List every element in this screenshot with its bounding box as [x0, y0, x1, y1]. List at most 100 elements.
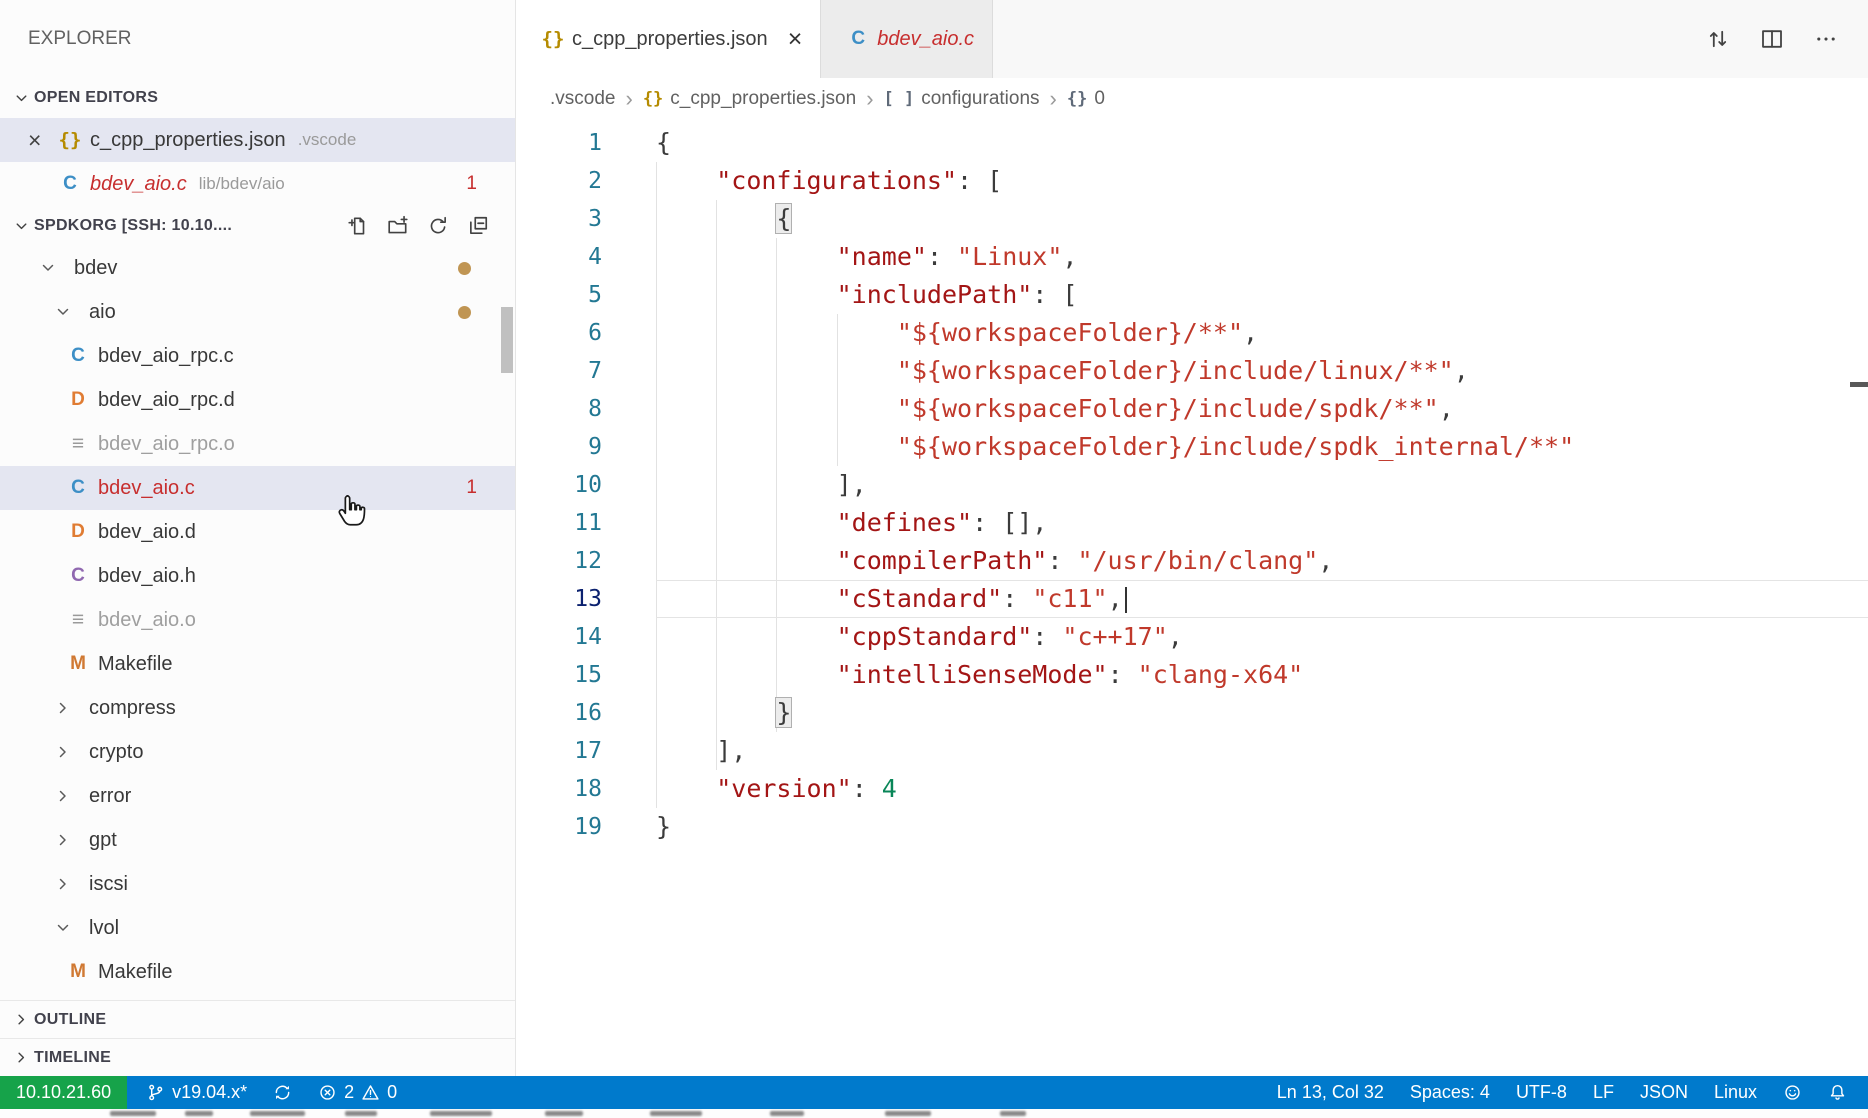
code-token: "cStandard" [836, 584, 1003, 613]
workspace-label: SPDKORG [SSH: 10.10.... [34, 217, 233, 234]
tree-item-lvol[interactable]: lvol [0, 906, 515, 950]
code-token: "name" [836, 242, 927, 271]
code-line-17[interactable]: 17 ], [516, 732, 1868, 770]
code-line-7[interactable]: 7 "${workspaceFolder}/include/linux/**", [516, 352, 1868, 390]
tree-item-bdev-aio-rpc-c[interactable]: Cbdev_aio_rpc.c [0, 334, 515, 378]
open-editor-bdev-aio-c[interactable]: Cbdev_aio.c lib/bdev/aio 1 [0, 162, 515, 206]
code-line-1[interactable]: 1{ [516, 124, 1868, 162]
status-remote-os[interactable]: Linux [1701, 1076, 1770, 1109]
close-editor-icon[interactable]: × [28, 127, 56, 154]
code-token: "includePath" [836, 280, 1033, 309]
code-line-11[interactable]: 11 "defines": [], [516, 504, 1868, 542]
status-notifications[interactable] [1815, 1076, 1860, 1109]
tree-item-bdev-aio-d[interactable]: Dbdev_aio.d [0, 510, 515, 554]
more-actions-icon[interactable] [1814, 27, 1838, 51]
tree-item-bdev-aio-rpc-o[interactable]: ≡ bdev_aio_rpc.o [0, 422, 515, 466]
code-line-16[interactable]: 16 } [516, 694, 1868, 732]
breadcrumb-vscode[interactable]: .vscode [550, 88, 615, 110]
tree-item-label: bdev [74, 256, 118, 279]
json-file-icon: {} [58, 129, 82, 151]
line-content: { [656, 200, 1868, 238]
tree-item-label: Makefile [98, 652, 173, 675]
breadcrumb-c-cpp-properties-json[interactable]: {} c_cpp_properties.json [643, 88, 856, 110]
tree-item-aio[interactable]: aio [0, 290, 515, 334]
code-token: : [1032, 622, 1063, 651]
code-line-9[interactable]: 9 "${workspaceFolder}/include/spdk_inter… [516, 428, 1868, 466]
breadcrumb-label: configurations [921, 88, 1040, 109]
code-token: "intelliSenseMode" [836, 660, 1108, 689]
split-editor-icon[interactable] [1760, 27, 1784, 51]
tree-item-iscsi[interactable]: iscsi [0, 862, 515, 906]
editor-area: {} c_cpp_properties.json × Cbdev_aio.c .vsc… [516, 0, 1868, 1076]
status-encoding[interactable]: UTF-8 [1503, 1076, 1580, 1109]
status-git-branch[interactable]: v19.04.x* [133, 1076, 260, 1109]
tab-bdev-aio-c[interactable]: Cbdev_aio.c [821, 0, 994, 78]
tree-item-error[interactable]: error [0, 774, 515, 818]
outline-header[interactable]: OUTLINE [0, 1000, 515, 1038]
code-line-13[interactable]: 13 "cStandard": "c11", [516, 580, 1868, 618]
tree-item-bdev-aio-c[interactable]: Cbdev_aio.c 1 [0, 466, 515, 510]
tab-c-cpp-properties-json[interactable]: {} c_cpp_properties.json × [516, 0, 822, 78]
code-token: : [926, 242, 958, 271]
code-line-8[interactable]: 8 "${workspaceFolder}/include/spdk/**", [516, 390, 1868, 428]
mouse-cursor [330, 488, 372, 534]
code-token: : [851, 774, 882, 803]
status-language-mode[interactable]: JSON [1627, 1076, 1701, 1109]
tree-item-crypto[interactable]: crypto [0, 730, 515, 774]
new-file-icon[interactable] [347, 215, 369, 237]
line-content: "${workspaceFolder}/include/linux/**", [656, 352, 1868, 390]
open-editors-header[interactable]: OPEN EDITORS [0, 78, 515, 118]
line-content: "compilerPath": "/usr/bin/clang", [656, 542, 1868, 580]
code-line-19[interactable]: 19} [516, 808, 1868, 846]
status-feedback[interactable] [1770, 1076, 1815, 1109]
tree-item-compress[interactable]: compress [0, 686, 515, 730]
breadcrumb-configurations[interactable]: [ ] configurations [884, 88, 1040, 110]
background-text-fragment [545, 1111, 583, 1116]
code-line-3[interactable]: 3 { [516, 200, 1868, 238]
tree-item-bdev[interactable]: bdev [0, 246, 515, 290]
new-folder-icon[interactable] [387, 215, 409, 237]
code-line-12[interactable]: 12 "compilerPath": "/usr/bin/clang", [516, 542, 1868, 580]
collapse-all-icon[interactable] [467, 215, 489, 237]
timeline-header[interactable]: TIMELINE [0, 1038, 515, 1076]
file-tree: bdev aio Cbdev_aio_rpc.c Dbdev_aio_rpc.d ≡ bd… [0, 246, 515, 1000]
code-line-10[interactable]: 10 ], [516, 466, 1868, 504]
problems-badge: 1 [466, 477, 477, 498]
status-indentation[interactable]: Spaces: 4 [1397, 1076, 1503, 1109]
tree-item-gpt[interactable]: gpt [0, 818, 515, 862]
tree-item-makefile[interactable]: M Makefile [0, 642, 515, 686]
code-line-6[interactable]: 6 "${workspaceFolder}/**", [516, 314, 1868, 352]
code-line-14[interactable]: 14 "cppStandard": "c++17", [516, 618, 1868, 656]
explorer-title: EXPLORER [28, 28, 132, 49]
close-icon[interactable]: × [788, 25, 803, 54]
code-line-5[interactable]: 5 "includePath": [ [516, 276, 1868, 314]
refresh-icon[interactable] [427, 215, 449, 237]
status-cursor-position[interactable]: Ln 13, Col 32 [1264, 1076, 1397, 1109]
line-content: "${workspaceFolder}/include/spdk/**", [656, 390, 1868, 428]
line-content: ], [656, 466, 1868, 504]
code-line-15[interactable]: 15 "intelliSenseMode": "clang-x64" [516, 656, 1868, 694]
status-problems[interactable]: 20 [305, 1076, 410, 1109]
tree-item-label: Makefile [98, 960, 173, 983]
problems-badge: 1 [466, 173, 477, 194]
workspace-header[interactable]: SPDKORG [SSH: 10.10.... [0, 206, 515, 246]
code-token: "cppStandard" [836, 622, 1033, 651]
status-eol[interactable]: LF [1580, 1076, 1627, 1109]
code-line-4[interactable]: 4 "name": "Linux", [516, 238, 1868, 276]
status-sync[interactable] [260, 1076, 305, 1109]
status-remote-host[interactable]: 10.10.21.60 [0, 1076, 128, 1109]
code-editor[interactable]: 1{2 "configurations": [3 {4 "name": "Lin… [516, 120, 1868, 1076]
tree-item-bdev-aio-o[interactable]: ≡ bdev_aio.o [0, 598, 515, 642]
code-line-18[interactable]: 18 "version": 4 [516, 770, 1868, 808]
tree-item-bdev-aio-h[interactable]: Cbdev_aio.h [0, 554, 515, 598]
open-editor-c-cpp-properties-json[interactable]: ×{} c_cpp_properties.json .vscode [0, 118, 515, 162]
open-changes-icon[interactable] [1706, 27, 1730, 51]
sidebar-scrollbar[interactable] [501, 307, 513, 373]
tree-item-bdev-aio-rpc-d[interactable]: Dbdev_aio_rpc.d [0, 378, 515, 422]
tree-item-makefile[interactable]: M Makefile [0, 950, 515, 994]
code-line-2[interactable]: 2 "configurations": [ [516, 162, 1868, 200]
code-token: "/usr/bin/clang" [1077, 546, 1319, 575]
breadcrumb-0[interactable]: {} 0 [1067, 88, 1105, 110]
